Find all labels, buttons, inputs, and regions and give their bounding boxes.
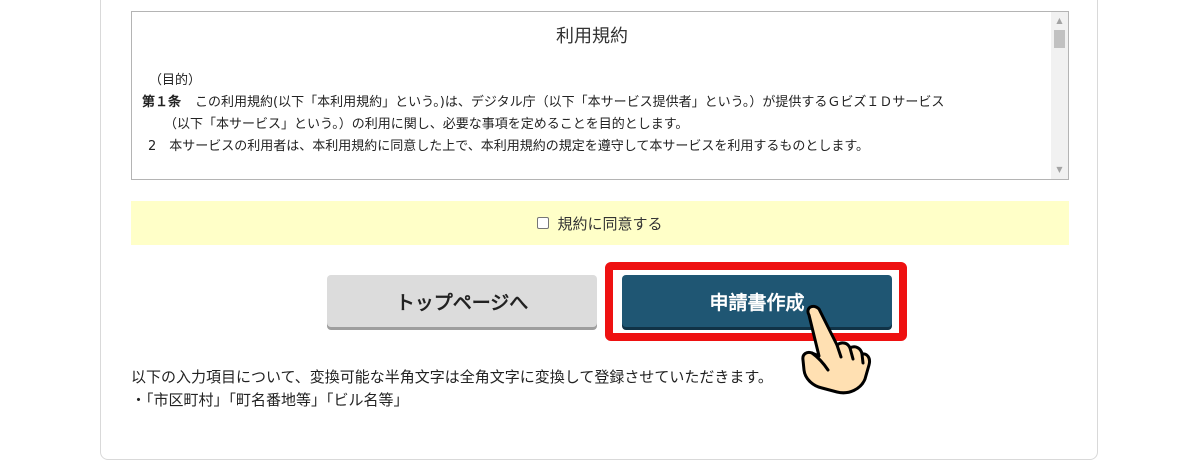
input-conversion-notice: 以下の入力項目について、変換可能な半角文字は全角文字に変換して登録させていただき… bbox=[131, 366, 773, 412]
pointing-hand-icon bbox=[801, 304, 871, 395]
agree-label[interactable]: 規約に同意する bbox=[557, 213, 662, 234]
terms-article-1: 第１条 この利用規約(以下「本利用規約」という。)は、デジタル庁（以下「本サービス… bbox=[142, 92, 1047, 114]
notice-line-2: ・「市区町村」「町名番地等」「ビル名等」 bbox=[131, 391, 409, 409]
article-number: 第１条 bbox=[142, 95, 182, 110]
article-text: この利用規約(以下「本利用規約」という。)は、デジタル庁（以下「本サービス提供者… bbox=[195, 95, 945, 110]
scroll-thumb[interactable] bbox=[1054, 30, 1065, 48]
terms-title: 利用規約 bbox=[556, 26, 628, 47]
article-paragraph-2: 2 本サービスの利用者は、本利用規約に同意した上で、本利用規約の規定を遵守して本… bbox=[148, 139, 870, 154]
terms-body: （目的） 第１条 この利用規約(以下「本利用規約」という。)は、デジタル庁（以下「… bbox=[142, 70, 1047, 158]
terms-scroll-box[interactable]: 利用規約 （目的） 第１条 この利用規約(以下「本利用規約」という。)は、デジタル… bbox=[131, 11, 1069, 180]
scroll-down-arrow-icon[interactable]: ▼ bbox=[1051, 163, 1068, 177]
article-continuation: （以下「本サービス」という。）の利用に関し、必要な事項を定めることを目的とします… bbox=[164, 117, 689, 132]
terms-scrollbar[interactable]: ▲ ▼ bbox=[1051, 12, 1068, 179]
agree-checkbox[interactable] bbox=[537, 217, 550, 229]
top-page-button[interactable]: トップページへ bbox=[327, 275, 597, 327]
terms-section-heading: （目的） bbox=[149, 73, 202, 88]
notice-line-1: 以下の入力項目について、変換可能な半角文字は全角文字に変換して登録させていただき… bbox=[131, 368, 773, 386]
agreement-bar[interactable]: 規約に同意する bbox=[131, 201, 1069, 245]
scroll-up-arrow-icon[interactable]: ▲ bbox=[1051, 14, 1068, 28]
